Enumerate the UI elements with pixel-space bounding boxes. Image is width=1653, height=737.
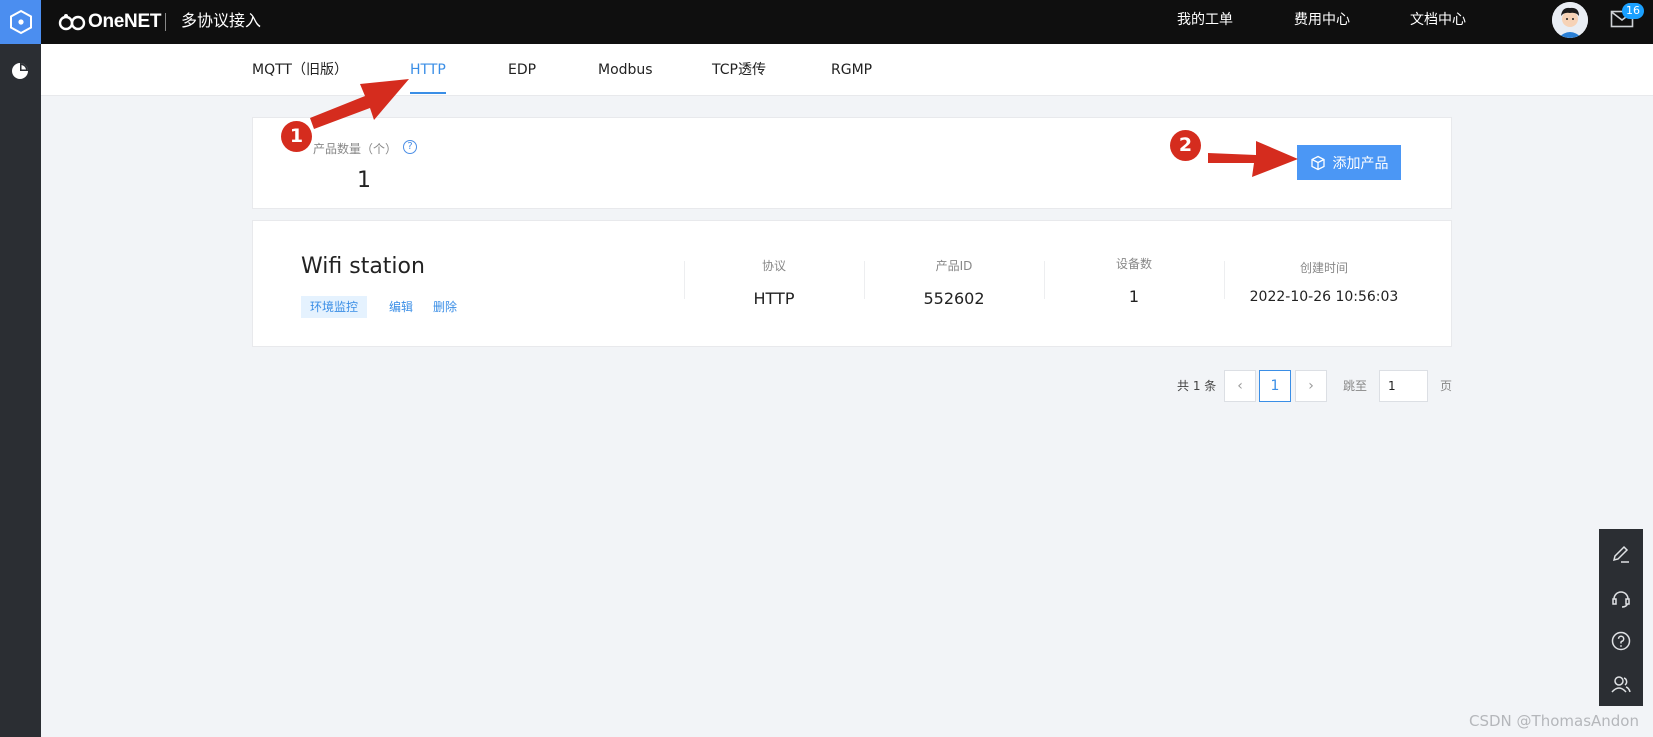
goto-page-label: 跳至 bbox=[1343, 379, 1368, 393]
floating-toolbar bbox=[1599, 529, 1643, 706]
device-count-header: 设备数 bbox=[1115, 257, 1152, 271]
platform-logo-button[interactable] bbox=[0, 0, 41, 44]
created-time-column: 创建时间 2022-10-26 10:56:03 bbox=[1224, 259, 1424, 305]
annotation-arrow-icon bbox=[310, 79, 409, 129]
onenet-logo-icon bbox=[58, 14, 86, 31]
brand-name: OneNET bbox=[88, 11, 162, 32]
topbar-link-docs[interactable]: 文档中心 bbox=[1410, 0, 1466, 40]
help-icon[interactable]: ? bbox=[403, 140, 417, 154]
brand-logo[interactable]: OneNET bbox=[58, 0, 161, 44]
sidebar-item-overview[interactable] bbox=[7, 58, 33, 84]
help-tool[interactable] bbox=[1609, 629, 1633, 653]
prev-page-button[interactable]: ‹ bbox=[1224, 370, 1256, 402]
product-id-column: 产品ID 552602 bbox=[864, 257, 1044, 308]
hexagon-logo-icon bbox=[9, 9, 32, 35]
delete-product-link[interactable]: 删除 bbox=[433, 296, 457, 318]
add-product-button[interactable]: 添加产品 bbox=[1297, 145, 1401, 180]
user-avatar[interactable] bbox=[1552, 2, 1588, 38]
product-id-header: 产品ID bbox=[935, 259, 973, 273]
headset-icon bbox=[1612, 591, 1630, 608]
annotation-number-2: 2 bbox=[1170, 130, 1201, 161]
module-title: 多协议接入 bbox=[181, 11, 262, 30]
product-name[interactable]: Wifi station bbox=[301, 254, 425, 279]
device-count-value: 1 bbox=[1128, 287, 1140, 306]
device-count-column: 设备数 1 bbox=[1044, 255, 1224, 306]
tab-tcp-passthrough[interactable]: TCP透传 bbox=[712, 44, 766, 96]
product-count-value: 1 bbox=[357, 168, 371, 193]
product-card: Wifi station 环境监控 编辑 删除 协议 HTTP 产品ID 552… bbox=[252, 220, 1452, 347]
page-suffix-label: 页 bbox=[1440, 379, 1453, 393]
product-category-tag: 环境监控 bbox=[301, 296, 368, 318]
help-icon bbox=[1611, 631, 1631, 651]
sidebar bbox=[0, 44, 41, 737]
account-manager-tool[interactable] bbox=[1609, 672, 1633, 696]
add-product-label: 添加产品 bbox=[1332, 155, 1389, 172]
watermark: CSDN @ThomasAndon bbox=[1469, 712, 1639, 730]
protocol-header: 协议 bbox=[761, 259, 786, 273]
avatar-face-icon bbox=[1552, 2, 1588, 38]
created-time-header: 创建时间 bbox=[1299, 261, 1348, 275]
product-count-label: 产品数量（个） bbox=[313, 142, 398, 156]
tab-http[interactable]: HTTP bbox=[410, 44, 446, 96]
product-id-value: 552602 bbox=[923, 289, 985, 308]
top-bar: OneNET 多协议接入 我的工单 费用中心 文档中心 16 bbox=[0, 0, 1653, 44]
protocol-tabs: MQTT（旧版） HTTP EDP Modbus TCP透传 RGMP bbox=[41, 44, 1653, 96]
cube-icon bbox=[1310, 155, 1325, 170]
feedback-tool[interactable] bbox=[1609, 542, 1633, 566]
topbar-link-billing[interactable]: 费用中心 bbox=[1294, 0, 1350, 40]
pagination-total: 共 1 条 bbox=[1177, 379, 1217, 393]
tab-rgmp[interactable]: RGMP bbox=[831, 44, 872, 96]
brand-separator bbox=[165, 13, 166, 31]
created-time-value: 2022-10-26 10:56:03 bbox=[1249, 289, 1399, 305]
goto-page-input[interactable] bbox=[1379, 370, 1428, 402]
customer-service-tool[interactable] bbox=[1609, 586, 1633, 610]
edit-product-link[interactable]: 编辑 bbox=[389, 296, 413, 318]
mail-count-badge: 16 bbox=[1622, 3, 1644, 19]
tab-modbus[interactable]: Modbus bbox=[598, 44, 653, 96]
protocol-column: 协议 HTTP bbox=[684, 257, 864, 308]
annotation-arrow-icon bbox=[1208, 141, 1298, 177]
user-icon bbox=[1611, 676, 1631, 693]
next-page-button[interactable]: › bbox=[1295, 370, 1327, 402]
topbar-link-tickets[interactable]: 我的工单 bbox=[1177, 0, 1233, 40]
pie-chart-icon bbox=[12, 63, 28, 79]
page-button-current[interactable]: 1 bbox=[1259, 370, 1291, 402]
tab-edp[interactable]: EDP bbox=[508, 44, 536, 96]
edit-icon bbox=[1612, 545, 1629, 563]
protocol-value: HTTP bbox=[753, 289, 795, 308]
